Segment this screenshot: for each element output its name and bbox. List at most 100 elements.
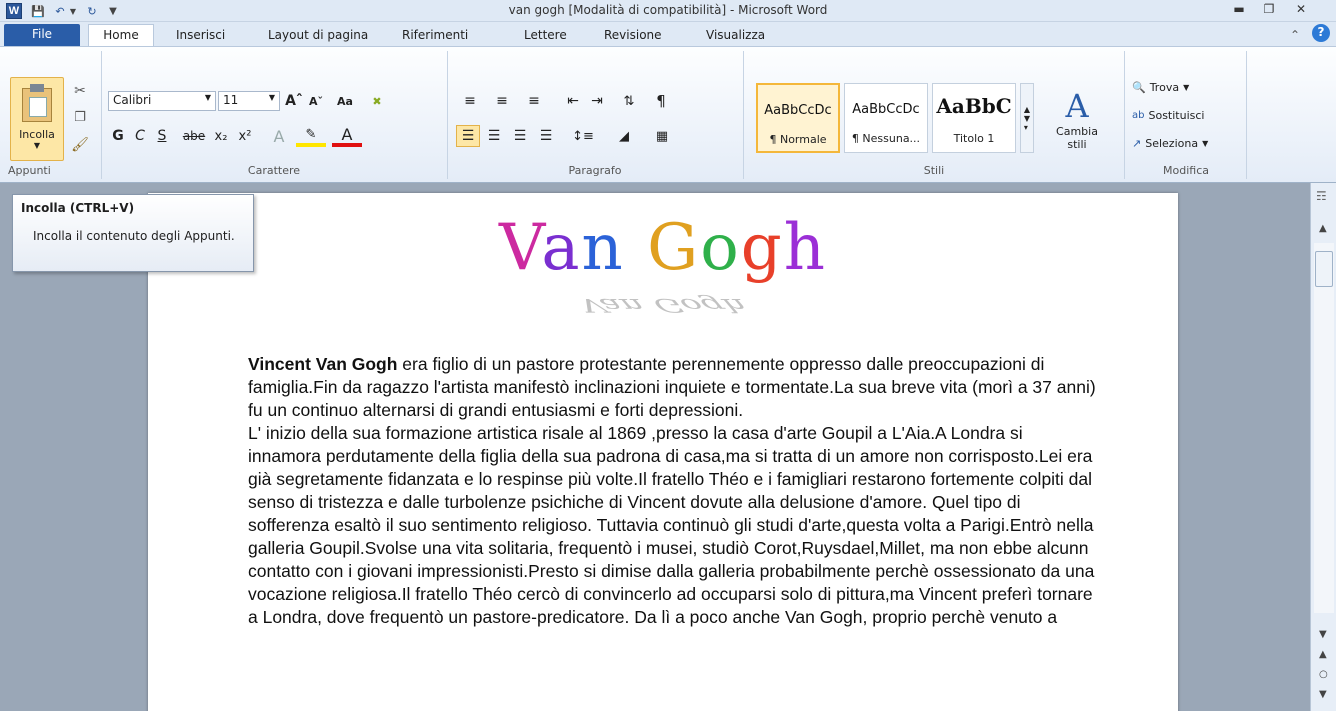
decrease-indent-icon[interactable]: ⇤ xyxy=(562,91,584,111)
restore-button[interactable]: ❐ xyxy=(1256,2,1282,20)
underline-button[interactable]: S xyxy=(152,125,172,147)
chevron-down-icon: ▼ xyxy=(204,93,211,102)
styles-group-label: Stili xyxy=(923,164,945,177)
tab-revisione[interactable]: Revisione xyxy=(604,26,662,46)
align-center-icon[interactable]: ☰ xyxy=(482,125,506,147)
ruler-toggle-icon[interactable]: ☶ xyxy=(1316,189,1327,203)
style-name: ¶ Normale xyxy=(769,133,827,146)
scroll-down-icon[interactable]: ▼ xyxy=(1319,629,1327,640)
text-effects-icon[interactable]: A xyxy=(266,125,292,147)
wordart-letter: g xyxy=(740,211,784,285)
scrollbar-track[interactable] xyxy=(1314,243,1334,613)
show-marks-icon[interactable]: ¶ xyxy=(650,91,672,111)
styles-scroll[interactable]: ▲ ▼ ▾ xyxy=(1020,83,1034,153)
help-icon[interactable]: ? xyxy=(1312,24,1330,42)
browse-object-icon[interactable]: ○ xyxy=(1319,669,1328,680)
tab-home[interactable]: Home xyxy=(88,24,154,46)
binoculars-icon: 🔍 xyxy=(1132,81,1146,94)
cursor-icon: ↗ xyxy=(1132,137,1142,150)
replace-icon: ab xyxy=(1132,110,1145,121)
justify-icon[interactable]: ☰ xyxy=(534,125,558,147)
wordart-reflection: Van Gogh xyxy=(139,294,1188,316)
numbering-icon[interactable]: ≡ xyxy=(490,91,514,111)
find-button[interactable]: 🔍 Trova ▼ xyxy=(1132,81,1189,94)
ribbon: Incolla ▼ ✂ ❐ 🖌 Appunti Calibri ▼ 11 ▼ Aˆ … xyxy=(0,46,1336,183)
close-button[interactable]: ✕ xyxy=(1288,2,1314,20)
tab-inserisci[interactable]: Inserisci xyxy=(176,26,225,46)
editing-group: 🔍 Trova ▼ ab Sostituisci ↗ Seleziona ▼ Modifi… xyxy=(1128,47,1244,182)
strikethrough-label: abe xyxy=(182,129,206,143)
scroll-up-icon[interactable]: ▲ xyxy=(1319,223,1327,234)
vertical-scrollbar[interactable]: ☶ ▲ ▼ ▲ ○ ▼ xyxy=(1310,183,1336,711)
bold-label: G xyxy=(112,128,124,144)
borders-icon[interactable]: ▦ xyxy=(646,125,678,147)
wordart-title: Van Gogh xyxy=(148,211,1178,285)
select-button[interactable]: ↗ Seleziona ▼ xyxy=(1132,137,1208,150)
find-label: Trova xyxy=(1149,81,1180,94)
font-group-label: Carattere xyxy=(247,164,301,177)
change-case-label: Aa xyxy=(337,94,353,108)
wordart-letter: a xyxy=(541,211,582,285)
cut-icon[interactable]: ✂ xyxy=(70,81,90,101)
shrink-font-icon[interactable]: Aˇ xyxy=(306,91,326,111)
wordart-letter: o xyxy=(700,211,741,285)
bullets-icon[interactable]: ≡ xyxy=(458,91,482,111)
multilevel-list-icon[interactable]: ≡ xyxy=(522,91,546,111)
style-heading-1[interactable]: AaBbC Titolo 1 xyxy=(932,83,1016,153)
document-page[interactable]: Van Gogh Van Gogh Vincent Van Gogh era f… xyxy=(148,193,1178,711)
chevron-down-icon: ▼ xyxy=(1183,83,1190,92)
align-right-icon[interactable]: ☰ xyxy=(508,125,532,147)
grow-font-icon[interactable]: Aˆ xyxy=(284,91,304,111)
scrollbar-thumb[interactable] xyxy=(1315,251,1333,287)
wordart-letter: V xyxy=(499,211,542,285)
minimize-button[interactable]: ▬ xyxy=(1226,2,1252,20)
font-color-icon[interactable]: A xyxy=(332,125,362,147)
minimize-ribbon-icon[interactable]: ⌃ xyxy=(1290,26,1300,46)
highlight-icon[interactable]: ✎ xyxy=(296,125,326,147)
document-body[interactable]: Vincent Van Gogh era figlio di un pastor… xyxy=(248,353,1098,629)
style-no-spacing[interactable]: AaBbCcDc ¶ Nessuna... xyxy=(844,83,928,153)
paste-button[interactable]: Incolla ▼ xyxy=(10,77,64,161)
paragraph: L' inizio della sua formazione artistica… xyxy=(248,423,1095,627)
select-label: Seleziona xyxy=(1145,137,1199,150)
superscript-icon[interactable]: x² xyxy=(234,125,256,147)
style-normal[interactable]: AaBbCcDc ¶ Normale xyxy=(756,83,840,153)
strikethrough-button[interactable]: abe xyxy=(180,125,208,147)
replace-label: Sostituisci xyxy=(1148,109,1205,122)
tab-visualizza[interactable]: Visualizza xyxy=(706,26,765,46)
replace-button[interactable]: ab Sostituisci xyxy=(1132,109,1204,122)
title-bar: W 💾 ↶ ▼ ↻ ▼ van gogh [Modalità di compat… xyxy=(0,0,1336,22)
format-painter-icon[interactable]: 🖌 xyxy=(70,135,90,155)
clipboard-group: Incolla ▼ ✂ ❐ 🖌 Appunti xyxy=(4,47,100,182)
change-case-button[interactable]: Aa xyxy=(330,91,360,111)
tab-lettere[interactable]: Lettere xyxy=(524,26,567,46)
wordart-letter: n xyxy=(581,211,625,285)
font-size-value: 11 xyxy=(223,93,239,107)
chevron-down-icon: ▼ xyxy=(268,93,275,102)
tab-file[interactable]: File xyxy=(4,24,80,46)
wordart-letter xyxy=(625,211,647,285)
align-left-icon[interactable]: ☰ xyxy=(456,125,480,147)
group-divider xyxy=(101,51,102,179)
underline-label: S xyxy=(157,128,167,144)
previous-page-icon[interactable]: ▲ xyxy=(1319,649,1327,660)
next-page-icon[interactable]: ▼ xyxy=(1319,689,1327,700)
ribbon-tabs: File Home Inserisci Layout di pagina Rif… xyxy=(0,22,1336,46)
clear-format-icon[interactable]: ✖ xyxy=(366,91,388,111)
italic-button[interactable]: C xyxy=(130,125,150,147)
increase-indent-icon[interactable]: ⇥ xyxy=(586,91,608,111)
copy-icon[interactable]: ❐ xyxy=(70,107,90,127)
line-spacing-icon[interactable]: ↕≡ xyxy=(568,125,598,147)
bold-button[interactable]: G xyxy=(108,125,128,147)
change-styles-button[interactable]: A Cambia stili xyxy=(1046,77,1108,161)
font-family-combo[interactable]: Calibri ▼ xyxy=(108,91,216,111)
tab-layout[interactable]: Layout di pagina xyxy=(268,26,368,46)
subscript-icon[interactable]: x₂ xyxy=(210,125,232,147)
paste-tooltip: Incolla (CTRL+V) Incolla il contenuto de… xyxy=(12,194,254,272)
sort-icon[interactable]: ⇅ xyxy=(618,91,640,111)
shading-icon[interactable]: ◢ xyxy=(608,125,640,147)
paragraph-group-label: Paragrafo xyxy=(568,164,622,177)
change-styles-icon: A xyxy=(1065,87,1089,125)
tab-riferimenti[interactable]: Riferimenti xyxy=(402,26,468,46)
font-size-combo[interactable]: 11 ▼ xyxy=(218,91,280,111)
